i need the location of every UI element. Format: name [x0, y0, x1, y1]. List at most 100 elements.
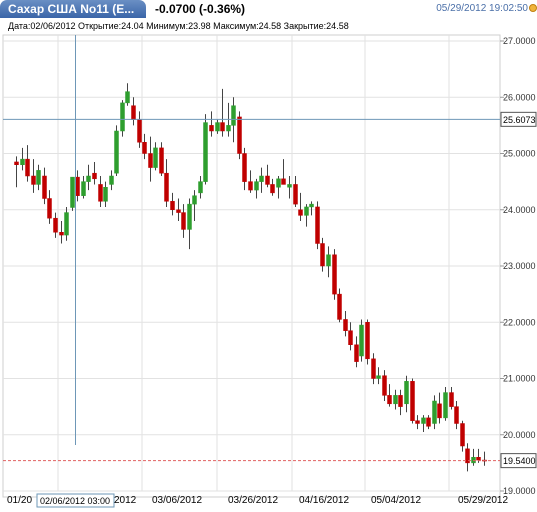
candle — [203, 122, 208, 182]
candle — [265, 175, 270, 185]
x-tick-label: 01/20 — [7, 495, 32, 506]
candle — [120, 102, 125, 132]
candle — [287, 184, 292, 188]
candle — [326, 254, 331, 267]
candle — [164, 172, 169, 202]
candle — [376, 375, 381, 379]
candle — [237, 116, 242, 154]
candle — [421, 417, 426, 424]
candle — [231, 105, 236, 126]
candle — [103, 187, 108, 202]
candle — [471, 457, 476, 464]
candle — [86, 175, 91, 182]
candle — [404, 381, 409, 405]
candle — [220, 122, 225, 132]
candle — [198, 181, 203, 194]
x-tick-label: 2012 — [114, 495, 137, 506]
candle — [187, 203, 192, 230]
x-tick-label: 05/29/2012 — [458, 495, 508, 506]
candle — [142, 142, 147, 154]
candle — [159, 147, 164, 174]
candle — [53, 217, 58, 233]
crosshair-date-label: 02/06/2012 03:00 — [40, 496, 110, 506]
candle — [337, 293, 342, 320]
candle — [137, 119, 142, 143]
candle — [354, 344, 359, 362]
candle — [259, 175, 264, 182]
candle — [293, 184, 298, 205]
candle — [437, 403, 442, 419]
price-chart[interactable]: 27.0000 26.0000 25.0000 24.0000 23.0000 22.00… — [0, 0, 537, 512]
candle — [47, 198, 52, 219]
x-tick-label: 03/26/2012 — [228, 495, 278, 506]
candle — [31, 175, 36, 185]
y-tick-label: 25.0000 — [503, 149, 536, 159]
candle — [153, 147, 158, 168]
candle — [14, 161, 19, 165]
candle — [398, 395, 403, 407]
candle — [70, 176, 75, 208]
candle — [181, 212, 186, 230]
x-tick-label: 05/04/2012 — [371, 495, 421, 506]
candle — [20, 158, 25, 165]
candle — [270, 184, 275, 194]
candle — [36, 170, 41, 185]
candle — [476, 457, 481, 461]
candle — [315, 206, 320, 244]
candle — [276, 178, 281, 188]
candle — [298, 209, 303, 216]
y-tick-label: 23.0000 — [503, 261, 536, 271]
candle — [109, 175, 114, 185]
candle — [343, 319, 348, 331]
candle — [432, 400, 437, 424]
candle — [393, 395, 398, 405]
candle — [443, 392, 448, 419]
candle — [125, 91, 130, 104]
candle — [170, 201, 175, 210]
candle — [304, 206, 309, 216]
last-price-label: 19.5400 — [503, 456, 536, 466]
candle — [25, 158, 30, 177]
candle — [131, 105, 136, 120]
y-tick-label: 20.0000 — [503, 430, 536, 440]
candle — [449, 392, 454, 407]
candle — [92, 172, 97, 180]
candle — [371, 358, 376, 379]
candle — [64, 212, 69, 236]
candle — [382, 375, 387, 396]
candle — [320, 243, 325, 267]
candle — [281, 178, 286, 185]
candle — [415, 420, 420, 424]
candle — [209, 125, 214, 132]
candle — [226, 125, 231, 132]
candle — [332, 254, 337, 295]
candle — [98, 184, 103, 202]
candle — [81, 181, 86, 196]
candle — [387, 395, 392, 405]
candle — [309, 203, 314, 208]
candle — [176, 209, 181, 213]
candle — [148, 153, 153, 168]
y-tick-label: 24.0000 — [503, 205, 536, 215]
y-tick-label: 22.0000 — [503, 317, 536, 327]
candle — [192, 195, 197, 205]
x-tick-label: 03/06/2012 — [152, 495, 202, 506]
y-tick-label: 21.0000 — [503, 374, 536, 384]
candle — [359, 324, 364, 357]
candle — [59, 232, 64, 236]
crosshair-price-label: 25.6073 — [503, 115, 536, 125]
candle — [348, 330, 353, 345]
candle — [215, 122, 220, 132]
candle — [242, 153, 247, 182]
candle — [75, 176, 80, 196]
candle — [454, 406, 459, 424]
candle — [42, 175, 47, 199]
candle — [248, 181, 253, 191]
y-tick-label: 27.0000 — [503, 36, 536, 46]
candle — [426, 417, 431, 427]
y-tick-label: 26.0000 — [503, 92, 536, 102]
x-tick-label: 04/16/2012 — [299, 495, 349, 506]
candle — [410, 381, 415, 421]
candle — [114, 130, 119, 174]
candle — [365, 322, 370, 360]
